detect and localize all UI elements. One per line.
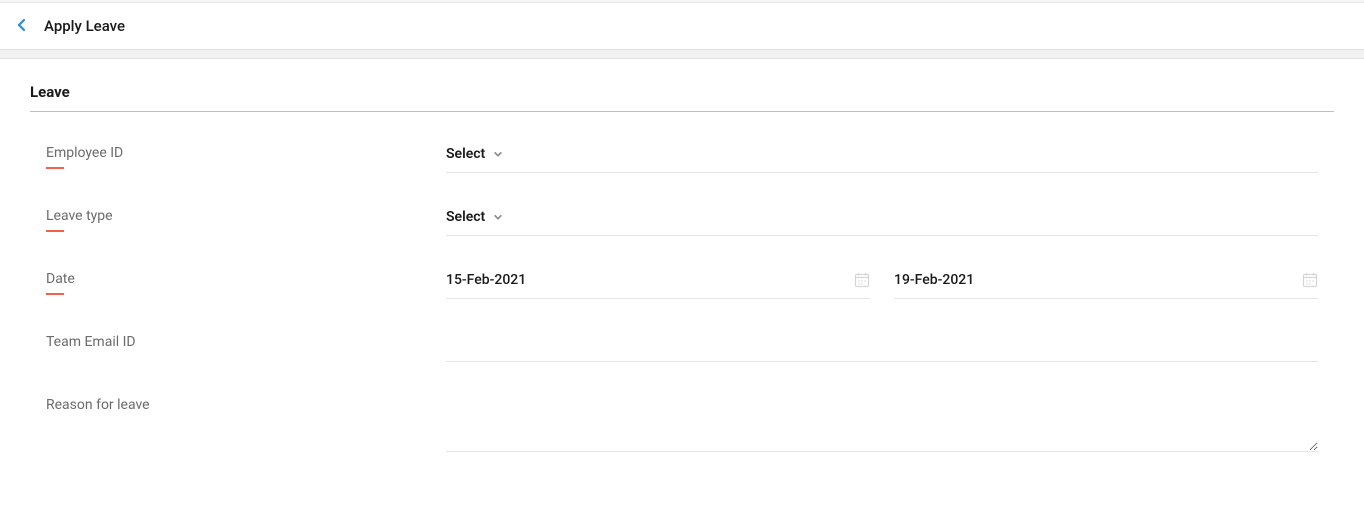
row-team-email: Team Email ID	[46, 331, 1318, 362]
employee-id-select[interactable]: Select	[446, 142, 1318, 173]
chevron-down-icon	[493, 149, 503, 159]
section-title: Leave	[30, 83, 1334, 112]
row-leave-type: Leave type Select	[46, 205, 1318, 236]
date-label: Date	[46, 271, 75, 287]
content-area: Leave Employee ID Select Leave type	[0, 59, 1364, 494]
required-indicator	[46, 293, 64, 295]
calendar-icon	[1302, 272, 1318, 288]
control-col: Select	[446, 142, 1318, 173]
reason-label: Reason for leave	[46, 397, 150, 413]
date-from-input[interactable]: 15-Feb-2021	[446, 268, 870, 299]
divider-strip	[0, 49, 1364, 59]
page-header: Apply Leave	[0, 3, 1364, 49]
label-col: Employee ID	[46, 142, 446, 169]
form-area: Employee ID Select Leave type Sele	[30, 142, 1334, 452]
control-col	[446, 394, 1318, 452]
label-col: Date	[46, 268, 446, 295]
team-email-input[interactable]	[446, 331, 1318, 362]
leave-type-label: Leave type	[46, 208, 113, 224]
calendar-icon	[854, 272, 870, 288]
required-indicator	[46, 167, 64, 169]
chevron-down-icon	[493, 212, 503, 222]
back-icon[interactable]	[16, 17, 26, 35]
row-date: Date 15-Feb-2021 19-Feb-2021	[46, 268, 1318, 299]
date-to-value: 19-Feb-2021	[894, 272, 974, 288]
date-from-value: 15-Feb-2021	[446, 272, 526, 288]
control-col	[446, 331, 1318, 362]
row-employee-id: Employee ID Select	[46, 142, 1318, 173]
select-placeholder: Select	[446, 146, 485, 162]
employee-id-label: Employee ID	[46, 145, 123, 161]
select-placeholder: Select	[446, 209, 485, 225]
date-to-input[interactable]: 19-Feb-2021	[894, 268, 1318, 299]
leave-type-select[interactable]: Select	[446, 205, 1318, 236]
label-col: Team Email ID	[46, 331, 446, 350]
label-col: Leave type	[46, 205, 446, 232]
reason-textarea[interactable]	[446, 394, 1318, 452]
control-col: Select	[446, 205, 1318, 236]
row-reason: Reason for leave	[46, 394, 1318, 452]
required-indicator	[46, 230, 64, 232]
label-col: Reason for leave	[46, 394, 446, 413]
page-title: Apply Leave	[44, 17, 125, 35]
team-email-label: Team Email ID	[46, 334, 136, 350]
control-col: 15-Feb-2021 19-Feb-2021	[446, 268, 1318, 299]
